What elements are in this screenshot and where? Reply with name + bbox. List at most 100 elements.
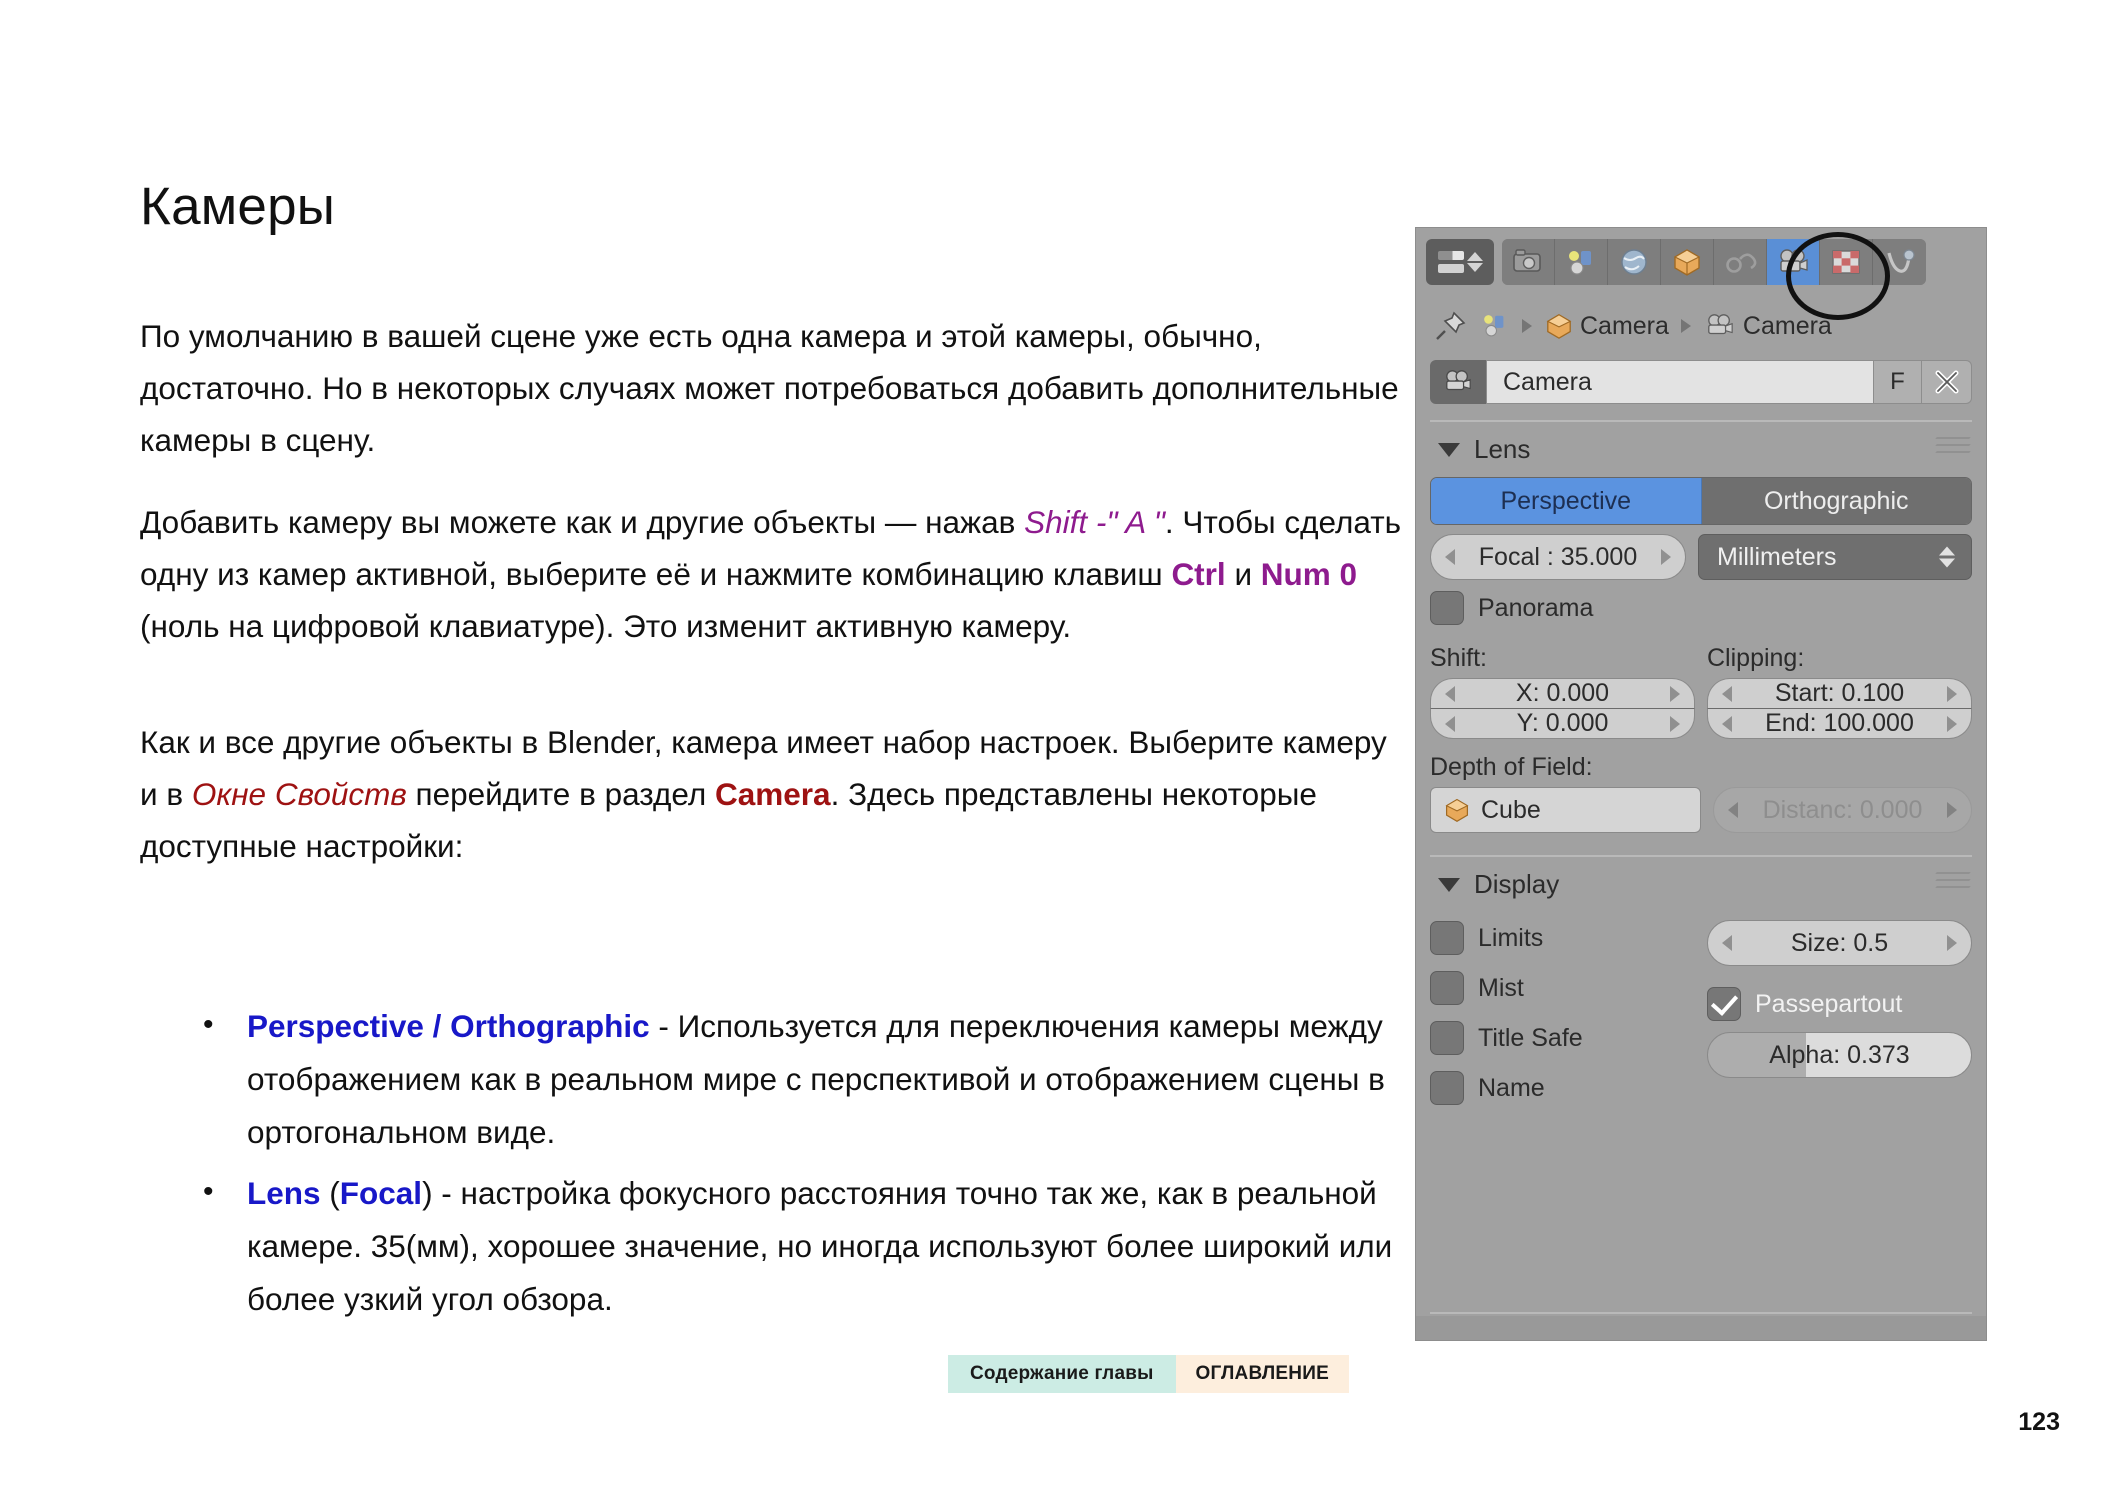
shift-x-field[interactable]: X: 0.000 [1430, 678, 1695, 709]
table-of-contents-button[interactable]: ОГЛАВЛЕНИЕ [1175, 1355, 1349, 1393]
datablock-name-input[interactable]: Camera [1486, 360, 1874, 404]
document-body: По умолчанию в вашей сцене уже есть одна… [140, 310, 1410, 902]
decrement-arrow-icon[interactable] [1445, 549, 1455, 565]
property-tab-strip [1502, 239, 1926, 285]
chapter-contents-button[interactable]: Содержание главы [948, 1355, 1176, 1393]
fake-user-button[interactable]: F [1874, 360, 1922, 404]
shift-y-field[interactable]: Y: 0.000 [1430, 709, 1695, 739]
decrement-arrow-icon[interactable] [1722, 685, 1732, 702]
orthographic-button[interactable]: Orthographic [1701, 478, 1971, 524]
shift-clipping-labels: Shift: Clipping: [1430, 644, 1972, 673]
datablock-type-icon[interactable] [1430, 360, 1486, 404]
editor-type-chevrons-icon [1466, 252, 1483, 272]
breadcrumb-item-object[interactable]: Camera [1544, 312, 1669, 341]
list-item: Perspective / Orthographic - Используетс… [195, 998, 1425, 1159]
breadcrumb-camera-label: Camera [1742, 311, 1832, 340]
text-run-blue-bold: Perspective / Orthographic [247, 1008, 650, 1044]
increment-arrow-icon[interactable] [1947, 935, 1957, 951]
camera-type-toggle: Perspective Orthographic [1430, 477, 1972, 525]
title-safe-checkbox[interactable] [1430, 1021, 1464, 1055]
limits-checkbox[interactable] [1430, 921, 1464, 955]
scene-icon [1569, 251, 1591, 275]
dof-distance-field[interactable]: Distanc: 0.000 [1713, 787, 1972, 833]
title-safe-label: Title Safe [1478, 1023, 1583, 1052]
tab-constraints[interactable] [1714, 239, 1767, 285]
editor-type-icon [1437, 251, 1464, 273]
display-size-field[interactable]: Size: 0.5 [1707, 920, 1972, 966]
panel-bottom-rule [1430, 1312, 1972, 1314]
limits-row[interactable]: Limits [1430, 916, 1695, 960]
decrement-arrow-icon[interactable] [1722, 715, 1732, 732]
dof-focus-object-field[interactable]: Cube [1430, 787, 1701, 833]
breadcrumb-scene-icon[interactable] [1480, 312, 1510, 340]
panorama-checkbox[interactable] [1430, 591, 1464, 625]
clipping-group: Start: 0.100 End: 100.000 [1707, 678, 1972, 739]
tab-world[interactable] [1608, 239, 1661, 285]
increment-arrow-icon[interactable] [1661, 549, 1671, 565]
passepartout-alpha-slider[interactable]: Alpha: 0.373 [1707, 1032, 1972, 1078]
name-checkbox[interactable] [1430, 1071, 1464, 1105]
chevron-down-icon [1438, 442, 1460, 457]
page-title: Камеры [140, 176, 336, 236]
movie-camera-icon [1780, 249, 1808, 272]
section-header-lens[interactable]: Lens [1416, 422, 1986, 471]
checker-icon [1832, 250, 1860, 274]
editor-type-selector[interactable] [1426, 239, 1494, 285]
text-run-red-bold: Camera [714, 776, 831, 812]
passepartout-row[interactable]: Passepartout [1707, 982, 1972, 1026]
unlink-datablock-button[interactable] [1922, 360, 1972, 404]
passepartout-checkbox[interactable] [1707, 987, 1741, 1021]
clip-start-field[interactable]: Start: 0.100 [1707, 678, 1972, 709]
decrement-arrow-icon[interactable] [1445, 715, 1455, 732]
tab-object-data-camera[interactable] [1767, 239, 1820, 285]
decrement-arrow-icon[interactable] [1722, 935, 1732, 951]
x-close-icon [1935, 370, 1958, 394]
focal-row: Focal : 35.000 Millimeters [1430, 534, 1972, 580]
breadcrumb-separator-icon [1680, 319, 1691, 333]
cube-icon [1546, 314, 1572, 339]
increment-arrow-icon[interactable] [1670, 685, 1680, 702]
focal-length-field[interactable]: Focal : 35.000 [1430, 534, 1686, 580]
clip-end-field[interactable]: End: 100.000 [1707, 709, 1972, 739]
text-run-purple-italic: Shift -" A " [1024, 504, 1165, 540]
lens-unit-dropdown[interactable]: Millimeters [1698, 534, 1972, 580]
movie-camera-icon [1708, 314, 1733, 335]
alpha-value: Alpha: 0.373 [1769, 1040, 1910, 1069]
shift-y-value: Y: 0.000 [1516, 709, 1609, 737]
name-row-display[interactable]: Name [1430, 1066, 1695, 1110]
depth-of-field-label-row: Depth of Field: [1430, 753, 1972, 782]
tab-object[interactable] [1661, 239, 1714, 285]
mist-checkbox[interactable] [1430, 971, 1464, 1005]
chain-link-icon [1726, 253, 1757, 273]
breadcrumb: Camera Camera [1416, 296, 1986, 356]
breadcrumb-object-label: Camera [1580, 311, 1669, 340]
movie-camera-icon [1446, 370, 1471, 391]
increment-arrow-icon[interactable] [1670, 715, 1680, 732]
decrement-arrow-icon[interactable] [1728, 802, 1738, 818]
chevron-down-icon [1438, 877, 1460, 892]
feature-bullet-list: Perspective / Orthographic - Используетс… [195, 998, 1425, 1334]
decrement-arrow-icon[interactable] [1445, 685, 1455, 702]
breadcrumb-item-camera-data[interactable]: Camera [1703, 312, 1832, 341]
increment-arrow-icon[interactable] [1947, 715, 1957, 732]
lens-section-body: Perspective Orthographic Focal : 35.000 … [1416, 477, 1986, 833]
shift-clipping-fields: X: 0.000 Y: 0.000 Start: 0.100 End: 100.… [1430, 678, 1972, 739]
increment-arrow-icon[interactable] [1947, 685, 1957, 702]
mist-row[interactable]: Mist [1430, 966, 1695, 1010]
text-run-purple-bold: Ctrl [1171, 556, 1226, 592]
shift-group: X: 0.000 Y: 0.000 [1430, 678, 1695, 739]
increment-arrow-icon[interactable] [1947, 802, 1957, 818]
tab-scene[interactable] [1555, 239, 1608, 285]
tab-physics[interactable] [1873, 239, 1926, 285]
pin-icon[interactable] [1434, 310, 1468, 342]
text-run-red-italic: Окне Свойств [191, 776, 407, 812]
display-section-body: Limits Mist Title Safe Name Size: 0.5 Pa… [1416, 910, 1986, 1110]
perspective-button[interactable]: Perspective [1431, 478, 1702, 524]
panorama-row[interactable]: Panorama [1430, 586, 1972, 630]
tab-render[interactable] [1502, 239, 1555, 285]
tab-texture[interactable] [1820, 239, 1873, 285]
section-header-display[interactable]: Display [1416, 857, 1986, 906]
title-safe-row[interactable]: Title Safe [1430, 1016, 1695, 1060]
properties-header [1416, 228, 1986, 296]
section-title-lens: Lens [1474, 434, 1531, 464]
